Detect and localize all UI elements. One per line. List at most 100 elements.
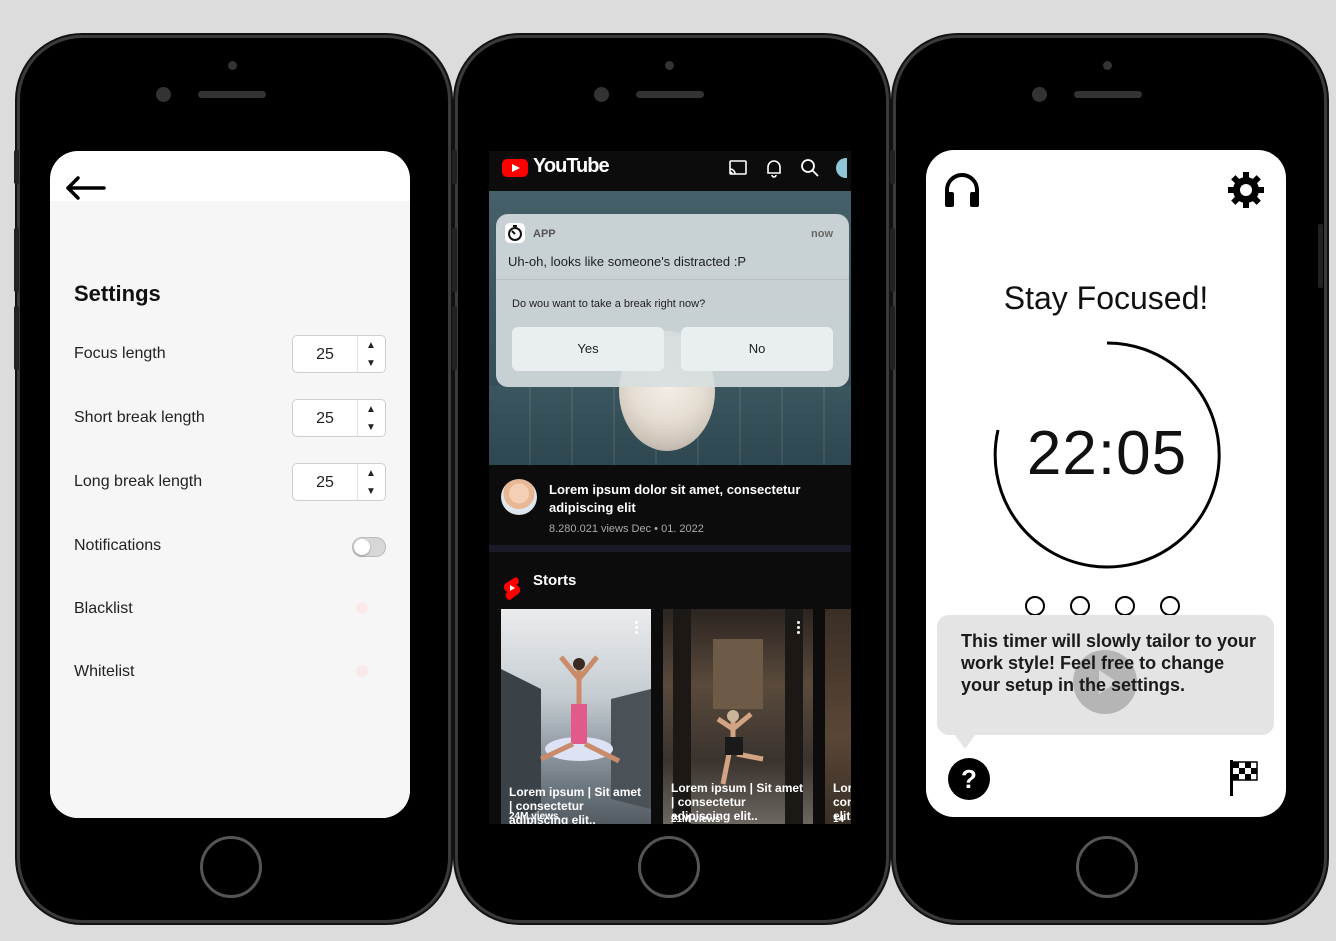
timer-screen: Stay Focused! 22:05 This timer will slow… <box>926 150 1286 817</box>
back-arrow-icon[interactable] <box>64 173 108 203</box>
stepper-value[interactable]: 25 <box>293 410 357 428</box>
stepper-down-icon[interactable]: ▼ <box>357 483 385 501</box>
phone-side-button <box>14 150 19 184</box>
shorts-logo-icon <box>502 575 522 601</box>
youtube-logo-icon[interactable] <box>502 159 528 177</box>
gear-icon[interactable] <box>1226 170 1266 210</box>
setting-label: Long break length <box>74 473 203 490</box>
stepper-up-icon[interactable]: ▲ <box>357 465 385 483</box>
phone-youtube: YouTube APP now Uh-oh, looks like someon… <box>452 38 886 920</box>
phone-speaker <box>198 91 266 98</box>
phone-side-button <box>14 228 19 292</box>
timer-display: 22:05 <box>1026 419 1188 488</box>
setting-short-break-length: Short break length 25 ▲ ▼ <box>74 399 386 439</box>
setting-label: Whitelist <box>74 663 135 680</box>
stepper-down-icon[interactable]: ▼ <box>357 419 385 437</box>
phone-sensor <box>228 61 237 70</box>
setting-notifications: Notifications <box>74 527 386 567</box>
session-dot <box>1160 596 1180 616</box>
phone-camera <box>594 87 609 102</box>
settings-screen: Settings Focus length 25 ▲ ▼ Short break… <box>50 151 410 818</box>
more-options-icon[interactable] <box>635 621 639 636</box>
short-card[interactable]: Lorem ipsum | Sit amet | consectetur adi… <box>501 609 651 824</box>
phone-speaker <box>1074 91 1142 98</box>
notification-time: now <box>811 228 833 240</box>
session-dot <box>1070 596 1090 616</box>
channel-avatar[interactable] <box>501 479 537 515</box>
phone-side-button <box>452 150 457 184</box>
stepper-up-icon[interactable]: ▲ <box>357 337 385 355</box>
phone-side-button <box>890 228 895 292</box>
shorts-section-title: Storts <box>533 572 577 589</box>
toggle-knob <box>354 539 370 555</box>
phone-side-button <box>890 306 895 370</box>
finish-flag-icon[interactable] <box>1228 758 1262 798</box>
cast-icon[interactable] <box>727 157 749 179</box>
long-break-stepper[interactable]: 25 ▲ ▼ <box>292 463 386 501</box>
section-divider <box>489 545 851 552</box>
setting-label: Blacklist <box>74 600 133 617</box>
youtube-header: YouTube <box>489 151 851 191</box>
help-button[interactable]: ? <box>948 758 990 800</box>
tooltip-tail <box>955 735 975 749</box>
short-break-stepper[interactable]: 25 ▲ ▼ <box>292 399 386 437</box>
short-card[interactable]: Lor con elit 14 <box>825 609 851 824</box>
short-card[interactable]: Lorem ipsum | Sit amet | consectetur adi… <box>663 609 813 824</box>
phone-timer: Stay Focused! 22:05 This timer will slow… <box>890 38 1324 920</box>
no-button[interactable]: No <box>681 327 833 371</box>
phone-side-button <box>890 150 895 184</box>
headphones-icon[interactable] <box>942 170 982 210</box>
short-views: 14 <box>833 814 845 824</box>
onboarding-tooltip: This timer will slowly tailor to your wo… <box>937 615 1274 749</box>
video-title[interactable]: Lorem ipsum dolor sit amet, consectetur … <box>549 481 839 517</box>
phone-camera <box>1032 87 1047 102</box>
yes-button[interactable]: Yes <box>512 327 664 371</box>
short-views: 24M views <box>509 811 559 822</box>
short-views: 21M views <box>671 814 721 824</box>
session-dot <box>1025 596 1045 616</box>
notification-divider <box>496 279 849 280</box>
phone-camera <box>156 87 171 102</box>
video-meta: 8.280.021 views Dec • 01. 2022 <box>549 523 704 535</box>
blacklist-indicator <box>356 602 368 614</box>
more-options-icon[interactable] <box>797 621 801 636</box>
home-button[interactable] <box>200 836 262 898</box>
setting-blacklist[interactable]: Blacklist <box>74 590 386 630</box>
setting-focus-length: Focus length 25 ▲ ▼ <box>74 335 386 375</box>
home-button[interactable] <box>638 836 700 898</box>
phone-side-button <box>452 228 457 292</box>
notification-app-name: APP <box>533 228 556 240</box>
phone-speaker <box>636 91 704 98</box>
stepper-up-icon[interactable]: ▲ <box>357 401 385 419</box>
stepper-down-icon[interactable]: ▼ <box>357 355 385 373</box>
app-timer-icon <box>505 223 525 243</box>
page-title: Stay Focused! <box>1003 280 1209 316</box>
notifications-toggle[interactable] <box>352 537 386 557</box>
header-icons <box>727 157 847 179</box>
bell-icon[interactable] <box>763 157 785 179</box>
phone-settings: Settings Focus length 25 ▲ ▼ Short break… <box>14 38 448 920</box>
avatar-icon[interactable] <box>835 157 847 179</box>
focus-length-stepper[interactable]: 25 ▲ ▼ <box>292 335 386 373</box>
stepper-value[interactable]: 25 <box>293 474 357 492</box>
notification-question: Do wou want to take a break right now? <box>512 298 706 310</box>
whitelist-indicator <box>356 665 368 677</box>
setting-label: Short break length <box>74 409 205 426</box>
setting-long-break-length: Long break length 25 ▲ ▼ <box>74 463 386 503</box>
youtube-screen: YouTube APP now Uh-oh, looks like someon… <box>489 151 851 824</box>
page-title: Settings <box>74 281 161 306</box>
phone-sensor <box>665 61 674 70</box>
youtube-logo-text[interactable]: YouTube <box>533 155 610 178</box>
stepper-value[interactable]: 25 <box>293 346 357 364</box>
notification-message: Uh-oh, looks like someone's distracted :… <box>508 254 747 269</box>
setting-label: Notifications <box>74 537 162 554</box>
phone-side-button <box>452 306 457 370</box>
setting-whitelist[interactable]: Whitelist <box>74 653 386 693</box>
phone-sensor <box>1103 61 1112 70</box>
settings-panel: Settings Focus length 25 ▲ ▼ Short break… <box>50 201 410 818</box>
phone-side-button <box>14 306 19 370</box>
session-dot <box>1115 596 1135 616</box>
search-icon[interactable] <box>799 157 821 179</box>
home-button[interactable] <box>1076 836 1138 898</box>
break-notification: APP now Uh-oh, looks like someone's dist… <box>496 214 849 387</box>
